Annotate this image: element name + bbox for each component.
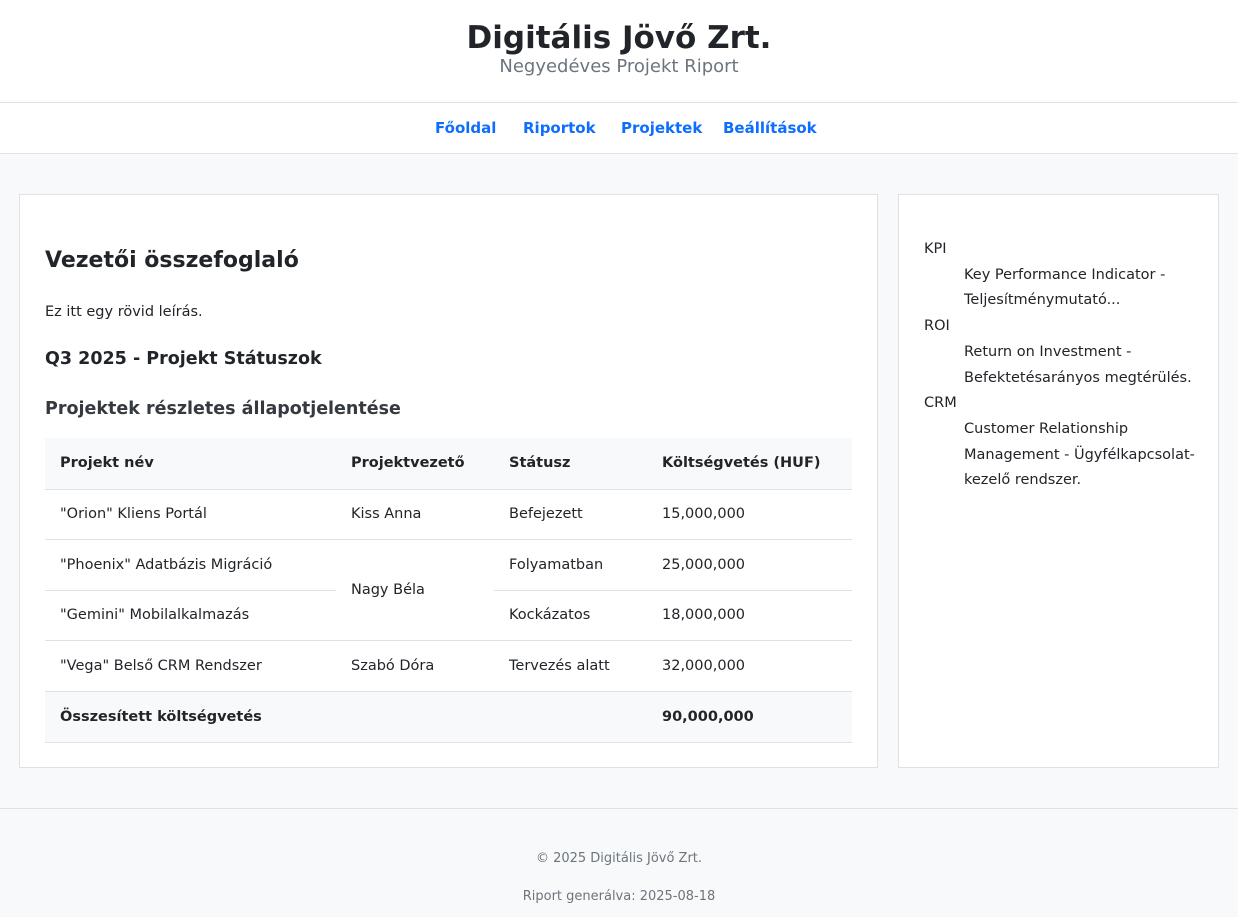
table-total-row: Összesített költségvetés 90,000,000 <box>45 691 852 743</box>
glossary-list: KPI Key Performance Indicator - Teljesít… <box>924 237 1204 494</box>
footer-copyright: © 2025 Digitális Jövő Zrt. <box>535 851 703 866</box>
section-title: Q3 2025 - Projekt Státuszok <box>45 349 322 369</box>
project-name-cell: "Phoenix" Adatbázis Migráció <box>45 539 336 591</box>
project-status-cell: Kockázatos <box>494 590 647 641</box>
project-lead-cell: Nagy Béla <box>336 539 494 641</box>
page-footer: © 2025 Digitális Jövő Zrt. Riport generá… <box>0 808 1238 917</box>
project-status-cell: Tervezés alatt <box>494 640 647 692</box>
glossary-definition: Key Performance Indicator - Teljesítmény… <box>964 266 1166 309</box>
table-row: "Phoenix" Adatbázis Migráció Nagy Béla F… <box>45 539 852 641</box>
footer-generated-date: Riport generálva: 2025-08-18 <box>522 889 716 904</box>
summary-description: Ez itt egy rövid leírás. <box>45 304 203 320</box>
nav-link-settings[interactable]: Beállítások <box>723 118 817 138</box>
project-status-cell: Befejezett <box>494 489 647 540</box>
site-title: Digitális Jövő Zrt. <box>466 20 772 56</box>
table-row: "Vega" Belső CRM Rendszer Szabó Dóra Ter… <box>45 640 852 692</box>
table-header-row: Projekt név Projektvezető Státusz Költsé… <box>45 438 852 490</box>
column-header-status: Státusz <box>494 438 647 490</box>
nav-link-home[interactable]: Főoldal <box>435 118 496 138</box>
page-header: Digitális Jövő Zrt. Negyedéves Projekt R… <box>0 0 1238 103</box>
glossary-definition: Return on Investment - Befektetésarányos… <box>964 343 1192 386</box>
project-lead-cell: Szabó Dóra <box>336 640 494 692</box>
column-header-project: Projekt név <box>45 438 336 490</box>
glossary-term: CRM <box>924 395 957 412</box>
summary-heading: Vezetői összefoglaló <box>45 248 299 273</box>
project-lead-cell: Kiss Anna <box>336 489 494 540</box>
nav-link-reports[interactable]: Riportok <box>523 118 596 138</box>
column-header-lead: Projektvezető <box>336 438 494 490</box>
column-header-budget: Költségvetés (HUF) <box>647 438 852 490</box>
glossary-term: ROI <box>924 318 950 335</box>
glossary-definition: Customer Relationship Management - Ügyfé… <box>964 420 1195 489</box>
nav-link-projects[interactable]: Projektek <box>621 118 702 138</box>
project-budget-cell: 32,000,000 <box>647 640 852 692</box>
project-table: Projekt név Projektvezető Státusz Költsé… <box>45 438 852 743</box>
glossary-term: KPI <box>924 241 947 257</box>
project-budget-cell: 25,000,000 <box>647 539 852 591</box>
project-name-cell: "Vega" Belső CRM Rendszer <box>45 640 336 692</box>
site-subtitle: Negyedéves Projekt Riport <box>499 56 739 77</box>
project-name-cell: "Gemini" Mobilalkalmazás <box>45 590 336 641</box>
summary-card: Vezetői összefoglaló Ez itt egy rövid le… <box>19 194 878 768</box>
glossary-card: KPI Key Performance Indicator - Teljesít… <box>898 194 1219 768</box>
table-title: Projektek részletes állapotjelentése <box>45 399 401 419</box>
project-budget-cell: 18,000,000 <box>647 590 852 641</box>
table-row: "Orion" Kliens Portál Kiss Anna Befejeze… <box>45 489 852 540</box>
project-status-cell: Folyamatban <box>494 539 647 591</box>
project-budget-cell: 15,000,000 <box>647 489 852 540</box>
total-budget: 90,000,000 <box>647 691 852 743</box>
project-name-cell: "Orion" Kliens Portál <box>45 489 336 540</box>
main-nav: Főoldal Riportok Projektek Beállítások <box>0 103 1238 154</box>
total-label: Összesített költségvetés <box>45 691 647 743</box>
